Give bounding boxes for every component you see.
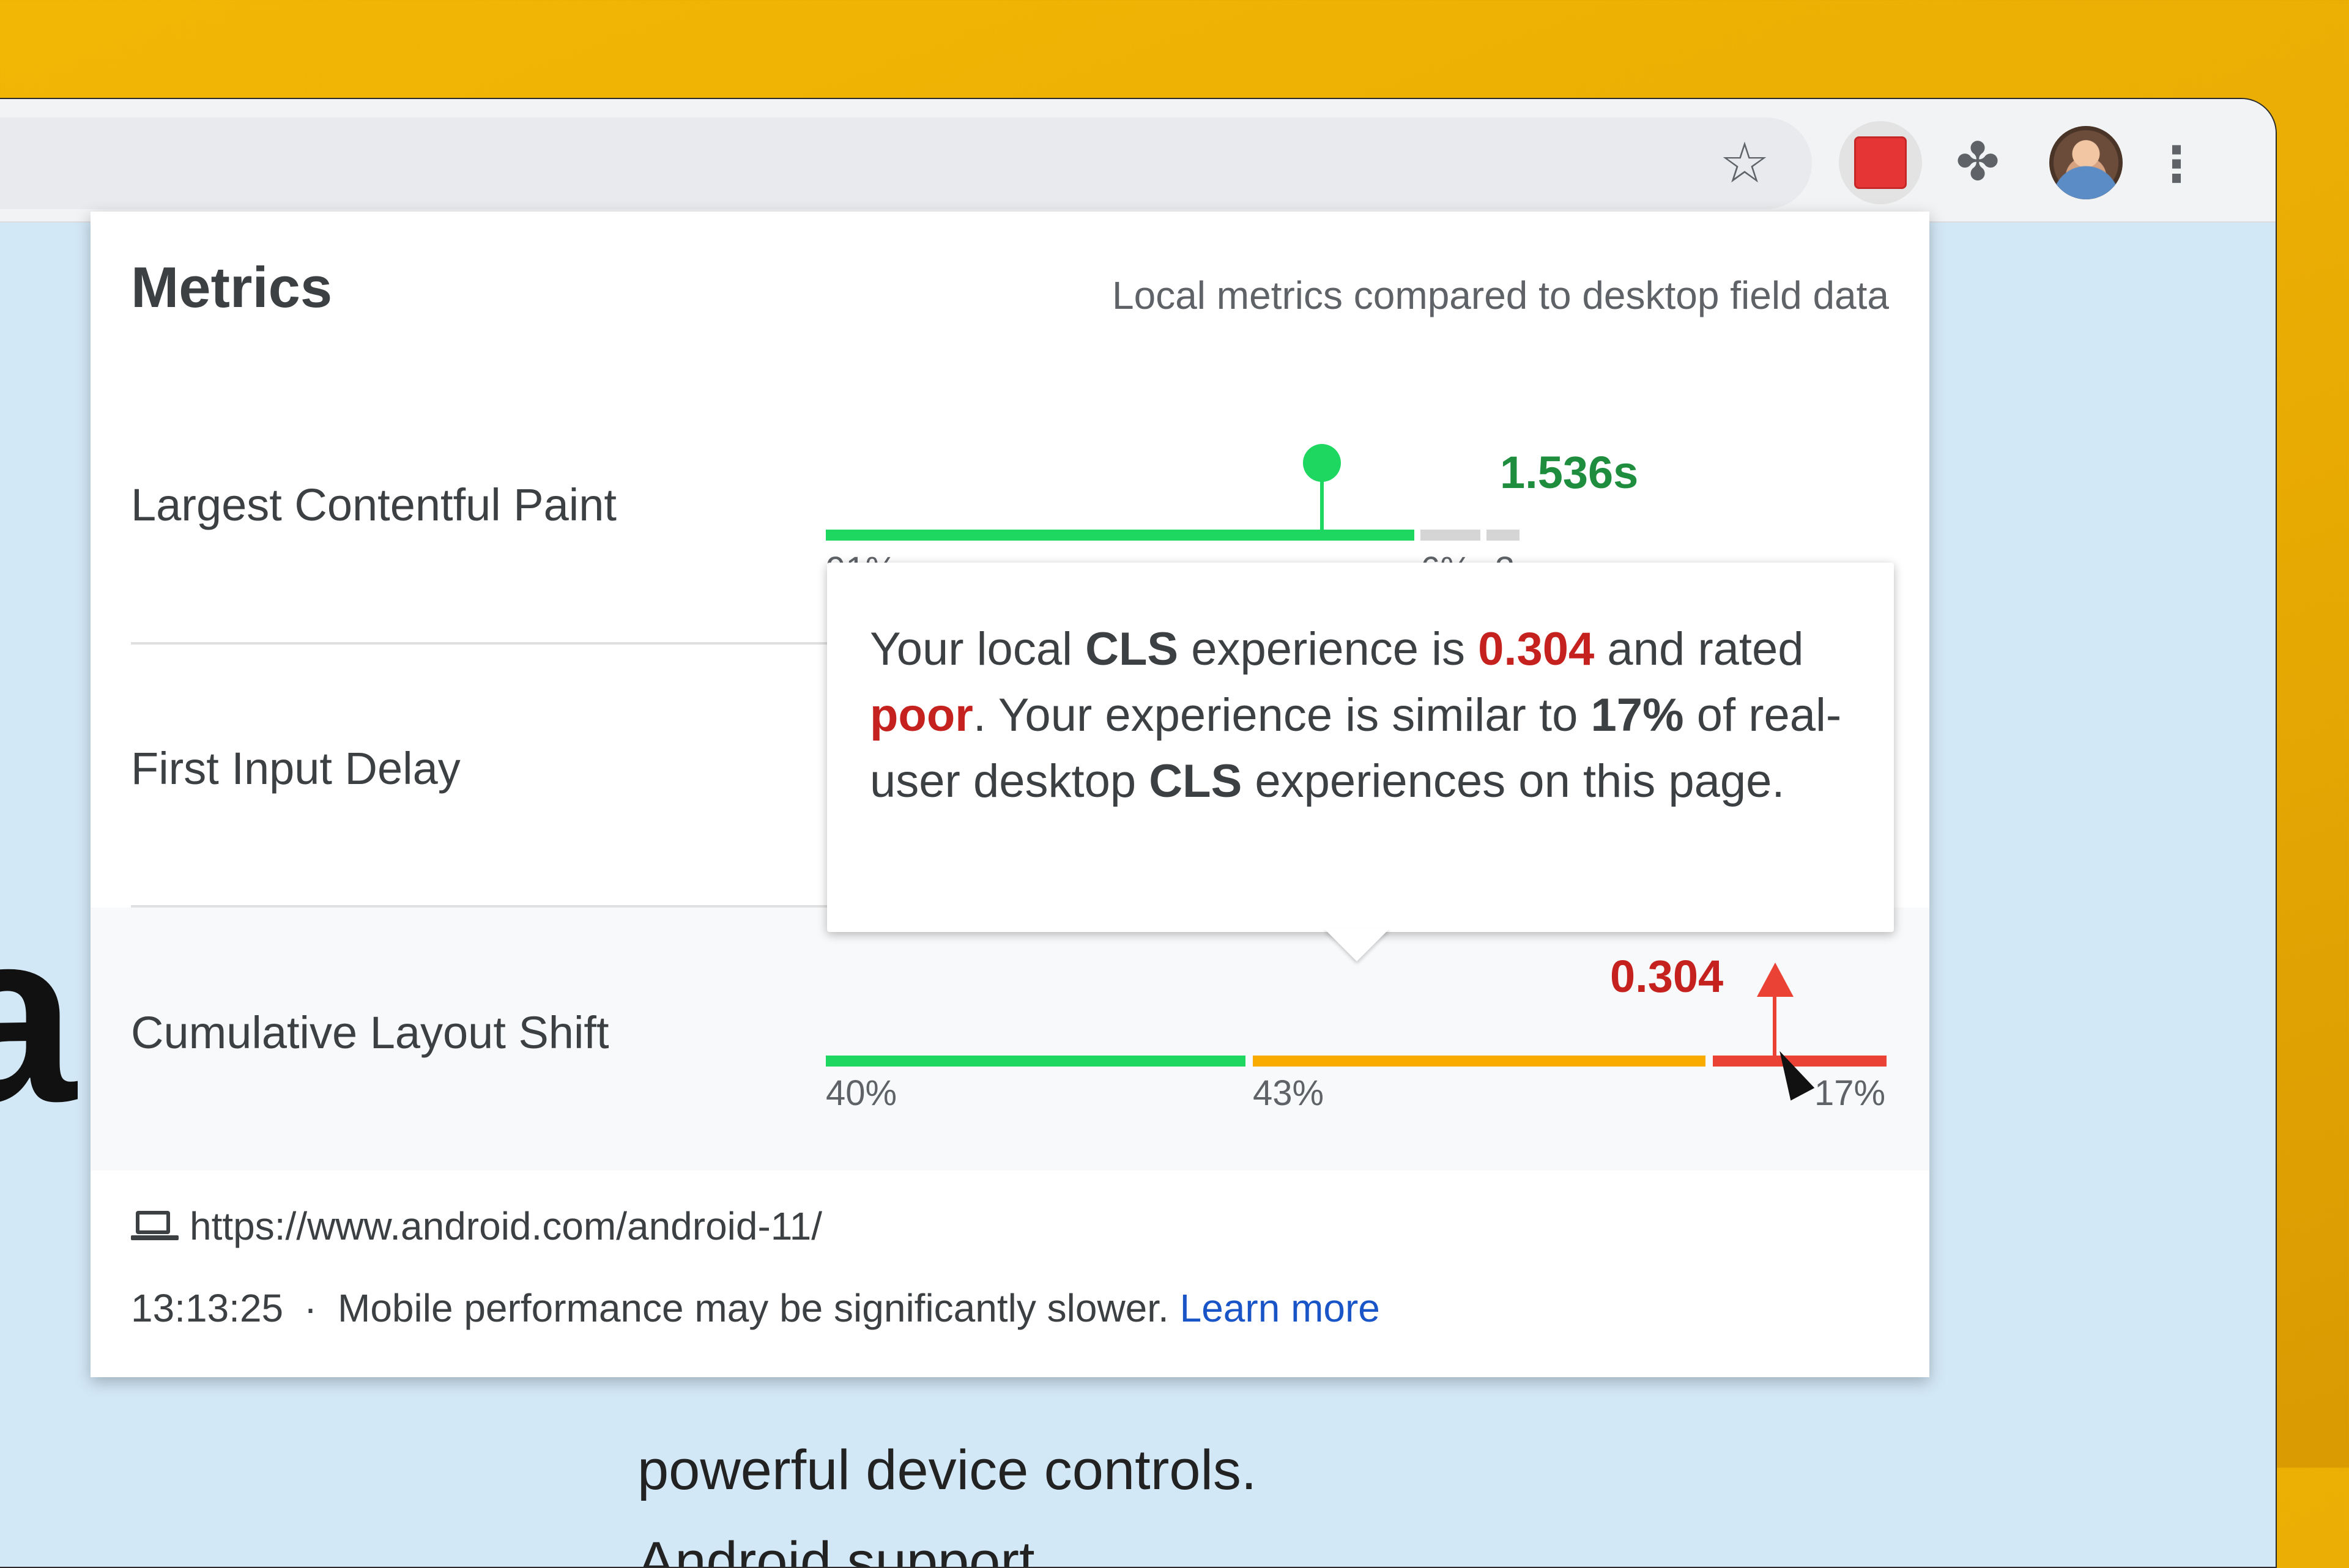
tooltip-metric: CLS [1085,623,1179,675]
address-bar[interactable] [0,117,1812,209]
browser-toolbar: ☆ ✤ ⋮ [0,99,2276,223]
footer-note: 13:13:25 · Mobile performance may be sig… [131,1285,1380,1331]
poor-bar[interactable] [1486,530,1520,541]
star-icon[interactable]: ☆ [1714,133,1775,194]
pct-poor: 17% [1814,1073,1886,1113]
popup-title: Metrics [131,255,333,319]
tooltip-text: Your local [870,623,1086,675]
tooltip-text: experience is [1178,623,1479,675]
puzzle-icon[interactable]: ✤ [1944,128,2011,196]
tooltip-text: experiences on this page. [1242,755,1785,807]
metric-label: Largest Contentful Paint [131,479,617,530]
metrics-popup: Metrics Local metrics compared to deskto… [91,212,1929,1377]
metric-value: 1.536s [1500,447,1639,498]
page-body-text-2: Android support [637,1531,1035,1568]
popup-subtitle: Local metrics compared to desktop field … [1112,273,1889,317]
metric-value: 0.304 [1610,951,1724,1002]
tooltip-metric: CLS [1149,755,1242,807]
mobile-note: Mobile performance may be significantly … [338,1286,1169,1330]
needs-improvement-bar[interactable] [1253,1056,1705,1067]
cls-tooltip: Your local CLS experience is 0.304 and r… [827,563,1894,932]
metric-label: Cumulative Layout Shift [131,1007,609,1058]
learn-more-link[interactable]: Learn more [1180,1286,1380,1330]
page-headline-fragment: a [0,894,76,1139]
tooltip-value: 0.304 [1478,623,1595,675]
metric-row-cls[interactable]: Cumulative Layout Shift 0.304 40% 43% 17… [91,908,1929,1170]
tooltip-text: and rated [1594,623,1804,675]
needs-improvement-bar[interactable] [1420,530,1480,541]
tooltip-arrow [1324,928,1390,961]
tooltip-percent: 17% [1590,689,1684,741]
good-bar[interactable] [826,1056,1245,1067]
good-bar[interactable] [826,530,1414,541]
more-vert-icon[interactable]: ⋮ [2152,131,2201,198]
avatar[interactable] [2049,126,2123,199]
pct-good: 40% [826,1073,897,1113]
pct-ni: 43% [1253,1073,1324,1113]
value-marker [1757,963,1794,997]
extension-icon [1854,136,1907,189]
page-body-text: powerful device controls. [637,1439,1257,1501]
tooltip-rating: poor [870,689,973,741]
separator: · [303,1286,317,1330]
footer-url: https://www.android.com/android-11/ [131,1204,822,1249]
value-marker [1303,444,1341,482]
tooltip-text: . Your experience is similar to [973,689,1591,741]
timestamp: 13:13:25 [131,1286,284,1330]
metric-label: First Input Delay [131,743,461,794]
page-url: https://www.android.com/android-11/ [190,1204,822,1248]
laptop-icon [131,1211,179,1241]
extension-button[interactable] [1839,121,1922,204]
